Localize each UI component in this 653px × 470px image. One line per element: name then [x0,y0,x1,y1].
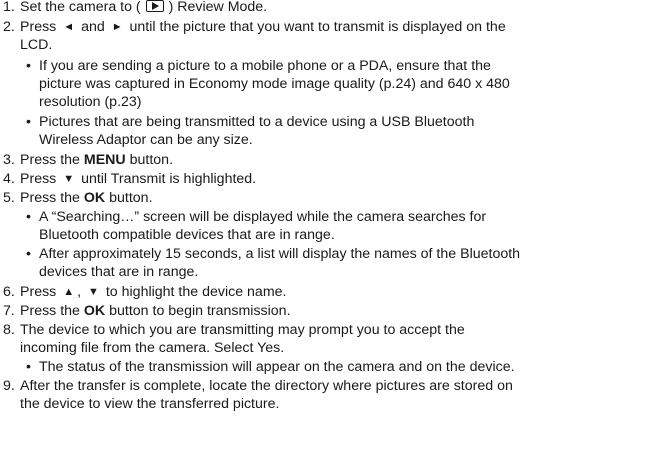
step-8-line-2: incoming file from the camera. Select Ye… [20,340,285,356]
step-2-bullet-1-line-1: If you are sending a picture to a mobile… [39,58,491,74]
step-5-bullet-1-line-1: A “Searching…” screen will be displayed … [39,209,487,225]
step-4-text: Press ▼ until Transmit is highlighted. [20,171,256,188]
step-4-post: until Transmit is highlighted. [81,171,257,187]
step-6-post: to highlight the device name. [105,284,287,300]
review-mode-icon [145,0,164,12]
step-2-bullet-2-line-1: Pictures that are being transmitted to a… [39,114,475,130]
step-9-line-1: After the transfer is complete, locate t… [20,378,513,394]
ok-button-label: OK [83,303,106,319]
step-4-number: 4. [3,171,15,187]
step-2-text: Press ◄ and ► until the picture that you… [20,19,506,36]
step-3-post: button. [129,152,174,168]
step-7-text: Press the OK button to begin transmissio… [20,303,291,320]
menu-button-label: MENU [83,152,126,168]
step-3-text: Press the MENU button. [20,152,173,169]
step-9-number: 9. [3,378,15,394]
step-8-line-1: The device to which you are transmitting… [20,322,465,338]
step-1-text-after: ) Review Mode. [168,0,268,15]
down-arrow-icon: ▼ [63,173,75,185]
step-3-pre: Press the [20,152,80,168]
step-2-and: and [81,19,105,35]
step-2-press: Press [20,19,57,35]
step-2-bullet-2-marker: • [26,114,31,130]
up-arrow-icon: ▲ [63,286,75,298]
step-5-bullet-1-line-2: Bluetooth compatible devices that are in… [39,227,335,243]
step-6-pre: Press [20,284,57,300]
step-6-text: Press ▲, ▼ to highlight the device name. [20,284,286,301]
step-2-bullet-1-marker: • [26,58,31,74]
step-6-comma: , [77,284,82,300]
step-5-bullet-2-line-2: devices that are in range. [39,264,199,280]
step-9-line-2: the device to view the transferred pictu… [20,396,280,412]
step-2-bullet-1-line-3: resolution (p.23) [39,94,142,110]
step-8-bullet-1-marker: • [26,359,31,375]
step-2-rest: until the picture that you want to trans… [129,19,506,35]
step-5-text: Press the OK button. [20,190,153,207]
step-8-number: 8. [3,322,15,338]
step-1-text: Set the camera to ( ) Review Mode. [20,0,267,16]
step-2-number: 2. [3,19,15,35]
ok-button-label: OK [83,190,106,206]
step-5-bullet-2-line-1: After approximately 15 seconds, a list w… [39,246,521,262]
step-5-post: button. [109,190,153,206]
step-5-pre: Press the [20,190,80,206]
step-6-number: 6. [3,284,15,300]
instruction-page: 1. Set the camera to ( ) Review Mode. 2.… [0,0,653,470]
step-5-bullet-2-marker: • [26,246,31,262]
step-5-bullet-1-marker: • [26,209,31,225]
step-2-bullet-2-line-2: Wireless Adaptor can be any size. [39,132,253,148]
step-8-bullet-1-text: The status of the transmission will appe… [39,359,515,375]
step-4-pre: Press [20,171,57,187]
step-1-text-before: Set the camera to ( [20,0,141,15]
step-2-continuation: LCD. [20,37,53,53]
step-5-number: 5. [3,190,15,206]
right-arrow-icon: ► [111,21,123,33]
step-1-number: 1. [3,0,15,15]
step-7-number: 7. [3,303,15,319]
left-arrow-icon: ◄ [63,21,75,33]
down-arrow-icon: ▼ [88,286,99,298]
step-3-number: 3. [3,152,15,168]
step-7-post: button to begin transmission. [109,303,291,319]
step-2-bullet-1-line-2: picture was captured in Economy mode ima… [39,76,510,92]
step-7-pre: Press the [20,303,80,319]
